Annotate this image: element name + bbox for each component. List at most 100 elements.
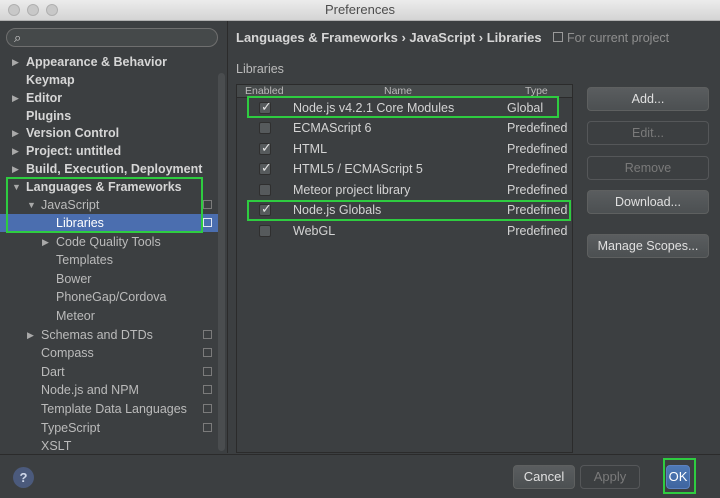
sidebar-item-project[interactable]: ▶ Project: untitled bbox=[0, 142, 220, 160]
window-title: Preferences bbox=[324, 2, 396, 17]
sidebar-item-nodejs-npm[interactable]: Node.js and NPM bbox=[0, 381, 220, 399]
settings-sidebar: ⌕ ▶ Appearance & Behavior Keymap ▶ Edito… bbox=[0, 21, 228, 453]
enabled-checkbox[interactable]: ✓ bbox=[259, 140, 272, 155]
library-name: HTML bbox=[293, 142, 328, 156]
sidebar-item-languages-frameworks[interactable]: ▼ Languages & Frameworks bbox=[0, 178, 220, 196]
download-library-button[interactable]: Download... bbox=[587, 190, 709, 214]
checkmark-icon: ✓ bbox=[261, 140, 272, 155]
enabled-checkbox[interactable]: ✓ bbox=[259, 99, 272, 114]
sidebar-item-label: Code Quality Tools bbox=[56, 235, 161, 249]
sidebar-item-label: Editor bbox=[26, 91, 63, 105]
column-header-name[interactable]: Name bbox=[384, 85, 412, 97]
sidebar-item-template-data-languages[interactable]: Template Data Languages bbox=[0, 400, 220, 418]
sidebar-item-phonegap-cordova[interactable]: PhoneGap/Cordova bbox=[0, 288, 220, 306]
sidebar-item-dart[interactable]: Dart bbox=[0, 363, 220, 381]
sidebar-item-label: PhoneGap/Cordova bbox=[56, 290, 167, 304]
scope-label: For current project bbox=[553, 31, 669, 45]
sidebar-item-label: Dart bbox=[41, 365, 65, 379]
libraries-section-label: Libraries bbox=[236, 62, 284, 76]
sidebar-item-plugins[interactable]: Plugins bbox=[0, 107, 220, 125]
sidebar-scrollbar[interactable] bbox=[218, 73, 225, 451]
edit-library-button[interactable]: Edit... bbox=[587, 121, 709, 145]
table-row[interactable]: ✓ Node.js Globals Predefined bbox=[237, 200, 572, 220]
library-type: Predefined bbox=[507, 203, 568, 217]
expand-arrow-icon[interactable]: ▶ bbox=[27, 326, 34, 344]
sidebar-item-javascript[interactable]: ▼ JavaScript bbox=[0, 196, 220, 214]
project-scope-icon bbox=[203, 385, 212, 394]
sidebar-item-bower[interactable]: Bower bbox=[0, 270, 220, 288]
remove-library-button[interactable]: Remove bbox=[587, 156, 709, 180]
library-name: Node.js v4.2.1 Core Modules bbox=[293, 101, 455, 115]
checkmark-icon: ✓ bbox=[261, 99, 272, 114]
library-type: Global bbox=[507, 101, 544, 115]
sidebar-item-editor[interactable]: ▶ Editor bbox=[0, 89, 220, 107]
sidebar-item-libraries[interactable]: Libraries bbox=[0, 214, 220, 232]
add-library-button[interactable]: Add... bbox=[587, 87, 709, 111]
sidebar-item-label: Template Data Languages bbox=[41, 402, 187, 416]
project-scope-icon bbox=[203, 218, 212, 227]
sidebar-item-label: Plugins bbox=[26, 109, 72, 123]
sidebar-item-version-control[interactable]: ▶ Version Control bbox=[0, 124, 220, 142]
enabled-checkbox[interactable]: ✓ bbox=[259, 201, 272, 216]
column-header-enabled[interactable]: Enabled bbox=[245, 85, 284, 97]
ok-button[interactable]: OK bbox=[666, 465, 690, 489]
sidebar-item-templates[interactable]: Templates bbox=[0, 251, 220, 269]
table-row[interactable]: ✓ HTML5 / ECMAScript 5 Predefined bbox=[237, 159, 572, 179]
checkmark-icon: ✓ bbox=[261, 160, 272, 175]
cancel-button[interactable]: Cancel bbox=[513, 465, 575, 489]
sidebar-item-label: Languages & Frameworks bbox=[26, 180, 182, 194]
manage-scopes-button[interactable]: Manage Scopes... bbox=[587, 234, 709, 258]
table-row[interactable]: ✓ Node.js v4.2.1 Core Modules Global bbox=[237, 98, 572, 118]
expand-arrow-icon[interactable]: ▶ bbox=[42, 233, 49, 251]
search-icon: ⌕ bbox=[14, 30, 22, 45]
sidebar-item-label: Libraries bbox=[56, 216, 104, 230]
search-input[interactable]: ⌕ bbox=[6, 28, 218, 47]
sidebar-item-xslt[interactable]: XSLT bbox=[0, 437, 220, 453]
table-row[interactable]: ✓ HTML Predefined bbox=[237, 139, 572, 159]
sidebar-item-label: Version Control bbox=[26, 126, 120, 140]
project-scope-icon bbox=[203, 200, 212, 209]
sidebar-item-meteor[interactable]: Meteor bbox=[0, 307, 220, 325]
library-type: Predefined bbox=[507, 162, 568, 176]
project-scope-icon bbox=[553, 32, 563, 42]
sidebar-item-compass[interactable]: Compass bbox=[0, 344, 220, 362]
sidebar-item-build-execution-deployment[interactable]: ▶ Build, Execution, Deployment bbox=[0, 160, 220, 178]
sidebar-item-label: Project: untitled bbox=[26, 144, 122, 158]
library-type: Predefined bbox=[507, 121, 568, 135]
scope-text: For current project bbox=[567, 31, 670, 45]
sidebar-item-label: Keymap bbox=[26, 73, 75, 87]
sidebar-item-label: Compass bbox=[41, 346, 94, 360]
sidebar-item-label: Templates bbox=[56, 253, 113, 267]
table-row[interactable]: WebGL Predefined bbox=[237, 221, 572, 241]
help-button[interactable]: ? bbox=[13, 467, 34, 488]
expand-arrow-icon[interactable]: ▶ bbox=[12, 160, 19, 178]
sidebar-item-keymap[interactable]: Keymap bbox=[0, 71, 220, 89]
expand-arrow-icon[interactable]: ▶ bbox=[12, 142, 19, 160]
sidebar-item-schemas-dtds[interactable]: ▶ Schemas and DTDs bbox=[0, 326, 220, 344]
checkmark-icon: ✓ bbox=[261, 201, 272, 216]
column-header-type[interactable]: Type bbox=[525, 85, 548, 97]
enabled-checkbox[interactable] bbox=[259, 225, 271, 237]
apply-button[interactable]: Apply bbox=[580, 465, 640, 489]
sidebar-item-code-quality-tools[interactable]: ▶ Code Quality Tools bbox=[0, 233, 220, 251]
collapse-arrow-icon[interactable]: ▼ bbox=[27, 196, 36, 214]
expand-arrow-icon[interactable]: ▶ bbox=[12, 124, 19, 142]
sidebar-item-label: Bower bbox=[56, 272, 92, 286]
libraries-table: Enabled Name Type ✓ Node.js v4.2.1 Core M… bbox=[236, 84, 573, 453]
sidebar-item-appearance-behavior[interactable]: ▶ Appearance & Behavior bbox=[0, 53, 220, 71]
table-row[interactable]: Meteor project library Predefined bbox=[237, 180, 572, 200]
expand-arrow-icon[interactable]: ▶ bbox=[12, 53, 19, 71]
collapse-arrow-icon[interactable]: ▼ bbox=[12, 178, 21, 196]
sidebar-item-label: Appearance & Behavior bbox=[26, 55, 168, 69]
enabled-checkbox[interactable] bbox=[259, 184, 271, 196]
project-scope-icon bbox=[203, 367, 212, 376]
sidebar-item-label: Schemas and DTDs bbox=[41, 328, 153, 342]
library-name: Meteor project library bbox=[293, 183, 411, 197]
enabled-checkbox[interactable] bbox=[259, 122, 271, 134]
sidebar-item-typescript[interactable]: TypeScript bbox=[0, 419, 220, 437]
library-type: Predefined bbox=[507, 142, 568, 156]
project-scope-icon bbox=[203, 423, 212, 432]
table-row[interactable]: ECMAScript 6 Predefined bbox=[237, 118, 572, 138]
enabled-checkbox[interactable]: ✓ bbox=[259, 160, 272, 175]
expand-arrow-icon[interactable]: ▶ bbox=[12, 89, 19, 107]
